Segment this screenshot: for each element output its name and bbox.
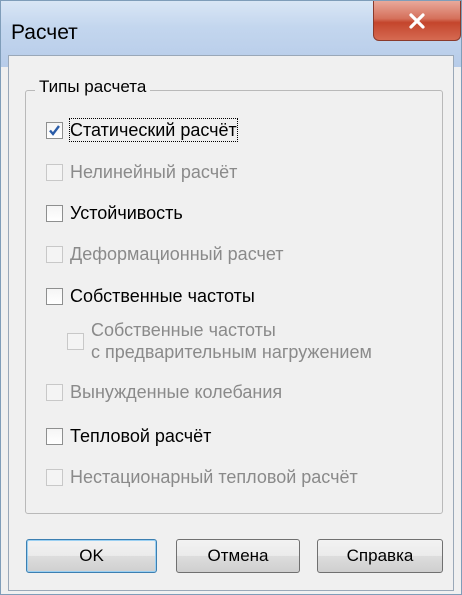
- preloaded-label-line2: с предварительным нагружением: [91, 342, 372, 362]
- close-x-icon: [409, 12, 425, 29]
- help-button[interactable]: Справка: [317, 539, 443, 573]
- window-title: Расчет: [11, 21, 78, 44]
- thermal-calc-checkbox[interactable]: [46, 428, 63, 445]
- option-natural-frequencies-preloaded: Собственные частоты с предварительным на…: [67, 319, 372, 363]
- transient-thermal-calc-label: Нестационарный тепловой расчёт: [70, 467, 358, 487]
- natural-frequencies-label: Собственные частоты: [70, 286, 255, 306]
- check-mark-icon: [49, 125, 60, 136]
- deformation-calc-checkbox: [46, 246, 63, 263]
- dialog-window: Расчет Типы расчета Статический расчёт Н…: [0, 0, 462, 595]
- option-thermal-calc[interactable]: Тепловой расчёт: [46, 425, 211, 447]
- ok-button[interactable]: OK: [26, 539, 157, 573]
- option-transient-thermal-calc: Нестационарный тепловой расчёт: [46, 466, 358, 488]
- option-deformation-calc: Деформационный расчет: [46, 243, 284, 265]
- natural-frequencies-preloaded-checkbox: [67, 333, 84, 350]
- natural-frequencies-preloaded-label: Собственные частоты с предварительным на…: [91, 319, 372, 363]
- option-static-calc[interactable]: Статический расчёт: [46, 118, 238, 142]
- natural-frequencies-checkbox[interactable]: [46, 288, 63, 305]
- static-calc-checkbox[interactable]: [46, 122, 63, 139]
- cancel-button[interactable]: Отмена: [176, 539, 300, 573]
- preloaded-label-line1: Собственные частоты: [91, 320, 276, 340]
- deformation-calc-label: Деформационный расчет: [70, 244, 284, 264]
- static-calc-label: Статический расчёт: [69, 118, 238, 142]
- stability-label: Устойчивость: [70, 203, 183, 223]
- thermal-calc-label: Тепловой расчёт: [70, 426, 212, 446]
- stability-checkbox[interactable]: [46, 205, 63, 222]
- transient-thermal-calc-checkbox: [46, 469, 63, 486]
- nonlinear-calc-label: Нелинейный расчёт: [70, 162, 238, 182]
- option-stability[interactable]: Устойчивость: [46, 202, 183, 224]
- forced-vibrations-checkbox: [46, 384, 63, 401]
- option-nonlinear-calc: Нелинейный расчёт: [46, 161, 237, 183]
- option-forced-vibrations: Вынужденные колебания: [46, 381, 282, 403]
- close-button[interactable]: [373, 1, 461, 41]
- nonlinear-calc-checkbox: [46, 164, 63, 181]
- forced-vibrations-label: Вынужденные колебания: [70, 382, 283, 402]
- group-title: Типы расчета: [35, 77, 151, 97]
- option-natural-frequencies[interactable]: Собственные частоты: [46, 285, 255, 307]
